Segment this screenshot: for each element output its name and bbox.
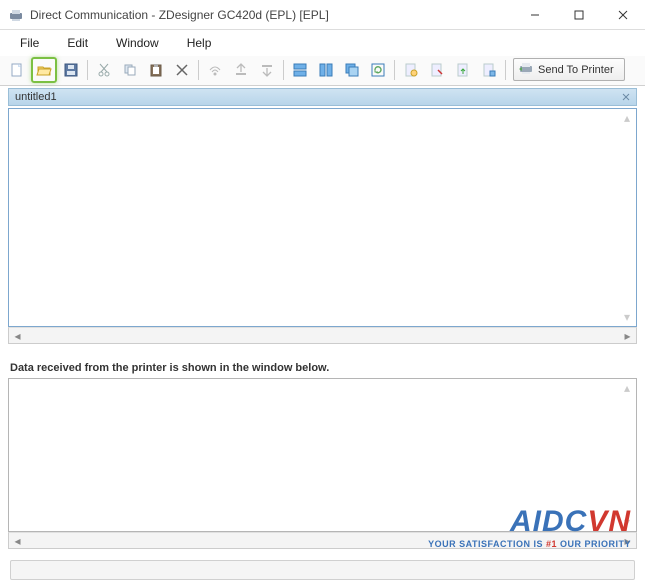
cut-button[interactable] [92, 58, 116, 82]
separator [198, 60, 199, 80]
delete-button[interactable] [170, 58, 194, 82]
tile-horizontal-button[interactable] [288, 58, 312, 82]
document-tab[interactable]: untitled1 [8, 88, 637, 106]
scroll-down-icon[interactable]: ▾ [620, 310, 634, 324]
menu-edit[interactable]: Edit [55, 32, 100, 54]
send-to-printer-button[interactable]: Send To Printer [513, 58, 625, 81]
minimize-button[interactable] [513, 0, 557, 30]
copy-button[interactable] [118, 58, 142, 82]
new-doc-button[interactable] [5, 58, 29, 82]
printer-icon [518, 60, 534, 79]
query-button[interactable] [229, 58, 253, 82]
window-controls [513, 0, 645, 30]
app-icon [8, 7, 24, 23]
scroll-left-icon[interactable]: ◂ [9, 328, 26, 343]
separator [87, 60, 88, 80]
doc-action-2-button[interactable] [425, 58, 449, 82]
received-horizontal-scrollbar[interactable]: ◂ ▸ [8, 532, 637, 549]
status-bar [10, 560, 635, 580]
toolbar: Send To Printer [0, 56, 645, 86]
scroll-right-icon[interactable]: ▸ [619, 328, 636, 343]
titlebar: Direct Communication - ZDesigner GC420d … [0, 0, 645, 30]
scroll-up-icon[interactable]: ▴ [620, 381, 634, 395]
document-tab-close-icon[interactable] [620, 91, 632, 103]
editor-container: ▴ ▾ [8, 108, 637, 327]
paste-button[interactable] [144, 58, 168, 82]
editor-vertical-scrollbar[interactable]: ▴ ▾ [620, 111, 634, 324]
maximize-button[interactable] [557, 0, 601, 30]
scroll-up-icon[interactable]: ▴ [620, 111, 634, 125]
menubar: File Edit Window Help [0, 30, 645, 56]
doc-action-1-button[interactable] [399, 58, 423, 82]
refresh-button[interactable] [366, 58, 390, 82]
scroll-down-icon[interactable]: ▾ [620, 515, 634, 529]
doc-action-3-button[interactable] [451, 58, 475, 82]
stop-button[interactable] [255, 58, 279, 82]
received-container: ▴ ▾ [8, 378, 637, 532]
received-data-label: Data received from the printer is shown … [0, 360, 645, 378]
connect-button[interactable] [203, 58, 227, 82]
menu-file[interactable]: File [8, 32, 51, 54]
send-to-printer-label: Send To Printer [538, 64, 614, 76]
scroll-left-icon[interactable]: ◂ [9, 533, 26, 548]
tile-vertical-button[interactable] [314, 58, 338, 82]
save-button[interactable] [59, 58, 83, 82]
editor-horizontal-scrollbar[interactable]: ◂ ▸ [8, 327, 637, 344]
separator [505, 60, 506, 80]
menu-window[interactable]: Window [104, 32, 171, 54]
menu-help[interactable]: Help [175, 32, 224, 54]
editor-textarea[interactable]: ▴ ▾ [8, 108, 637, 327]
received-vertical-scrollbar[interactable]: ▴ ▾ [620, 381, 634, 529]
cascade-button[interactable] [340, 58, 364, 82]
separator [394, 60, 395, 80]
separator [283, 60, 284, 80]
doc-action-4-button[interactable] [477, 58, 501, 82]
window-title: Direct Communication - ZDesigner GC420d … [30, 8, 513, 22]
close-button[interactable] [601, 0, 645, 30]
received-textarea[interactable]: ▴ ▾ [8, 378, 637, 532]
open-doc-button[interactable] [31, 57, 57, 83]
scroll-right-icon[interactable]: ▸ [619, 533, 636, 548]
document-tab-label: untitled1 [15, 91, 57, 103]
